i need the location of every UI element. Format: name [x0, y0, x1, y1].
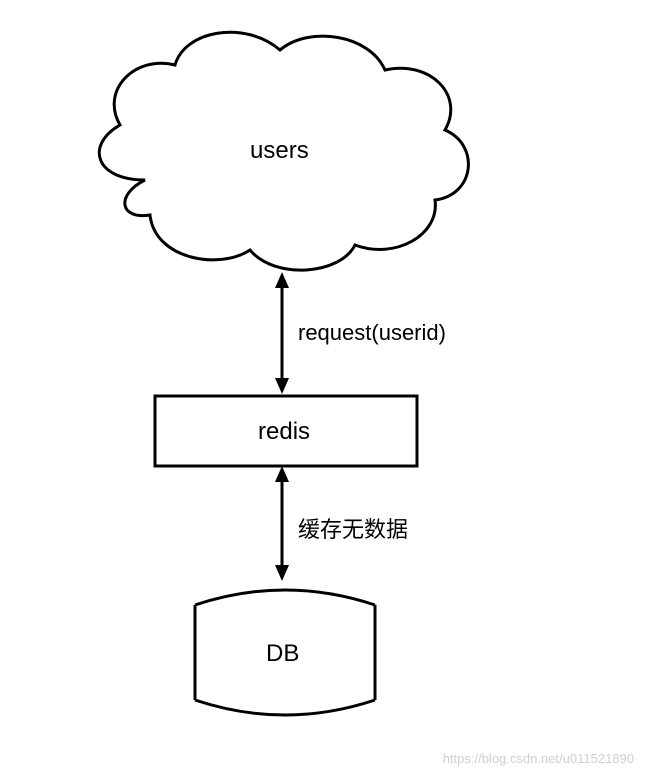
arrow-redis-db [275, 466, 289, 581]
diagram-svg [0, 0, 646, 774]
database-node [195, 590, 375, 715]
cloud-node [99, 32, 468, 270]
arrow-users-redis [275, 272, 289, 394]
rectangle-node [155, 396, 417, 466]
architecture-diagram: users request(userid) redis 缓存无数据 DB htt… [0, 0, 646, 774]
